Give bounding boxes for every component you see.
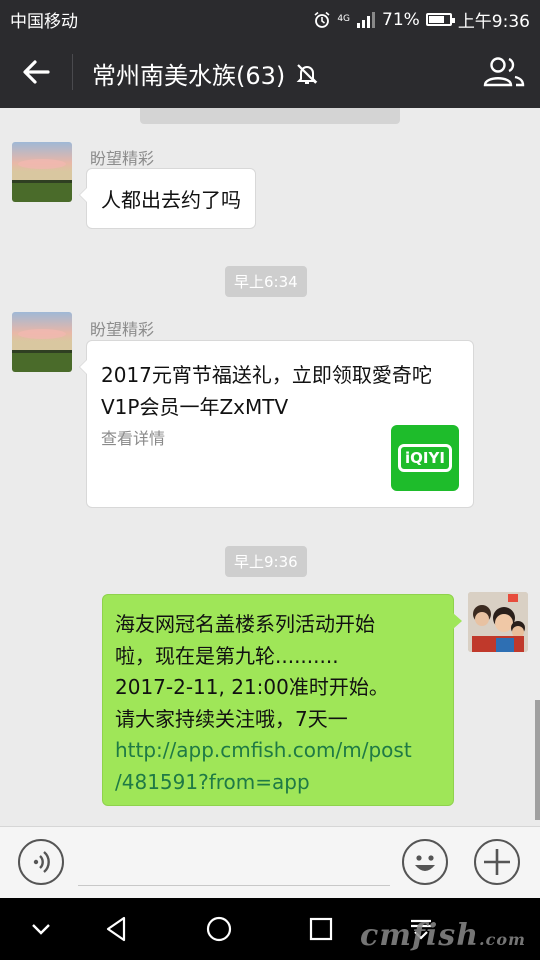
status-right: 4G 71% 上午9:36 — [313, 7, 530, 32]
back-triangle-icon[interactable] — [100, 912, 134, 946]
message-line: 海友网冠名盖楼系列活动开始 — [115, 612, 375, 636]
message-text: 人都出去约了吗 — [101, 188, 241, 212]
card-title: 2017元宵节福送礼，立即领取愛奇咜V1P会员一年ZxMTV — [101, 363, 432, 419]
collapse-icon[interactable] — [24, 912, 58, 946]
scrollbar[interactable] — [535, 700, 540, 820]
alarm-icon — [314, 11, 330, 28]
avatar[interactable] — [12, 312, 72, 372]
timestamp: 早上9:36 — [225, 546, 307, 577]
emoji-icon[interactable] — [402, 839, 448, 885]
mute-bell-icon — [296, 63, 318, 84]
message-line: 啦，现在是第九轮.......... — [115, 643, 339, 668]
recents-square-icon[interactable] — [304, 912, 338, 946]
battery-icon — [425, 13, 455, 26]
battery-percent: 71% — [382, 9, 420, 30]
signal-icon — [357, 11, 376, 28]
message-bubble[interactable]: 人都出去约了吗 — [79, 168, 256, 229]
chat-title: 常州南美水族(63) — [92, 62, 286, 90]
watermark-main: cmfish — [360, 918, 480, 953]
back-arrow-icon[interactable] — [18, 54, 54, 90]
chat-title-wrap: 常州南美水族(63) — [92, 56, 319, 91]
message-line: 2017-2-11, 21:00准时开始。 — [115, 675, 389, 699]
avatar[interactable] — [12, 142, 72, 202]
iqiyi-logo-icon: iQIYI — [391, 425, 459, 491]
status-bar: 中国移动 4G 71% 上午9:36 — [0, 0, 540, 36]
group-members-icon[interactable] — [482, 54, 526, 90]
battery-fill — [428, 16, 445, 23]
status-time: 上午9:36 — [457, 12, 530, 32]
network-type: 4G — [337, 14, 351, 24]
link-card[interactable]: 2017元宵节福送礼，立即领取愛奇咜V1P会员一年ZxMTV 查看详情 iQIY… — [79, 340, 474, 508]
timestamp: 早上6:34 — [225, 266, 307, 297]
voice-icon[interactable] — [18, 839, 64, 885]
chat-area[interactable]: 盼望精彩 人都出去约了吗 早上6:34 盼望精彩 2017元宵节福送礼，立即领取… — [0, 108, 540, 826]
sent-message-bubble[interactable]: 海友网冠名盖楼系列活动开始 啦，现在是第九轮.......... 2017-2-… — [102, 594, 462, 806]
message-input[interactable] — [78, 847, 390, 886]
plus-icon[interactable] — [474, 839, 520, 885]
watermark-suffix: .com — [479, 930, 526, 949]
iqiyi-logo-text: iQIYI — [398, 444, 452, 472]
message-link[interactable]: http://app.cmfish.com/m/post — [115, 735, 441, 767]
sender-name: 盼望精彩 — [90, 149, 155, 168]
avatar-self[interactable] — [468, 592, 528, 652]
chat-header: 常州南美水族(63) — [0, 36, 540, 108]
site-watermark: cmfish.com — [360, 918, 526, 953]
home-circle-icon[interactable] — [202, 912, 236, 946]
message-line: 请大家持续关注哦，7天一 — [115, 706, 348, 731]
carrier-name: 中国移动 — [10, 12, 78, 32]
header-divider — [72, 54, 73, 90]
input-bar — [0, 826, 540, 898]
card-detail-link[interactable]: 查看详情 — [101, 425, 165, 449]
sender-name: 盼望精彩 — [90, 320, 155, 339]
message-link[interactable]: /481591?from=app — [115, 767, 441, 799]
clipped-system-notice — [140, 108, 400, 124]
